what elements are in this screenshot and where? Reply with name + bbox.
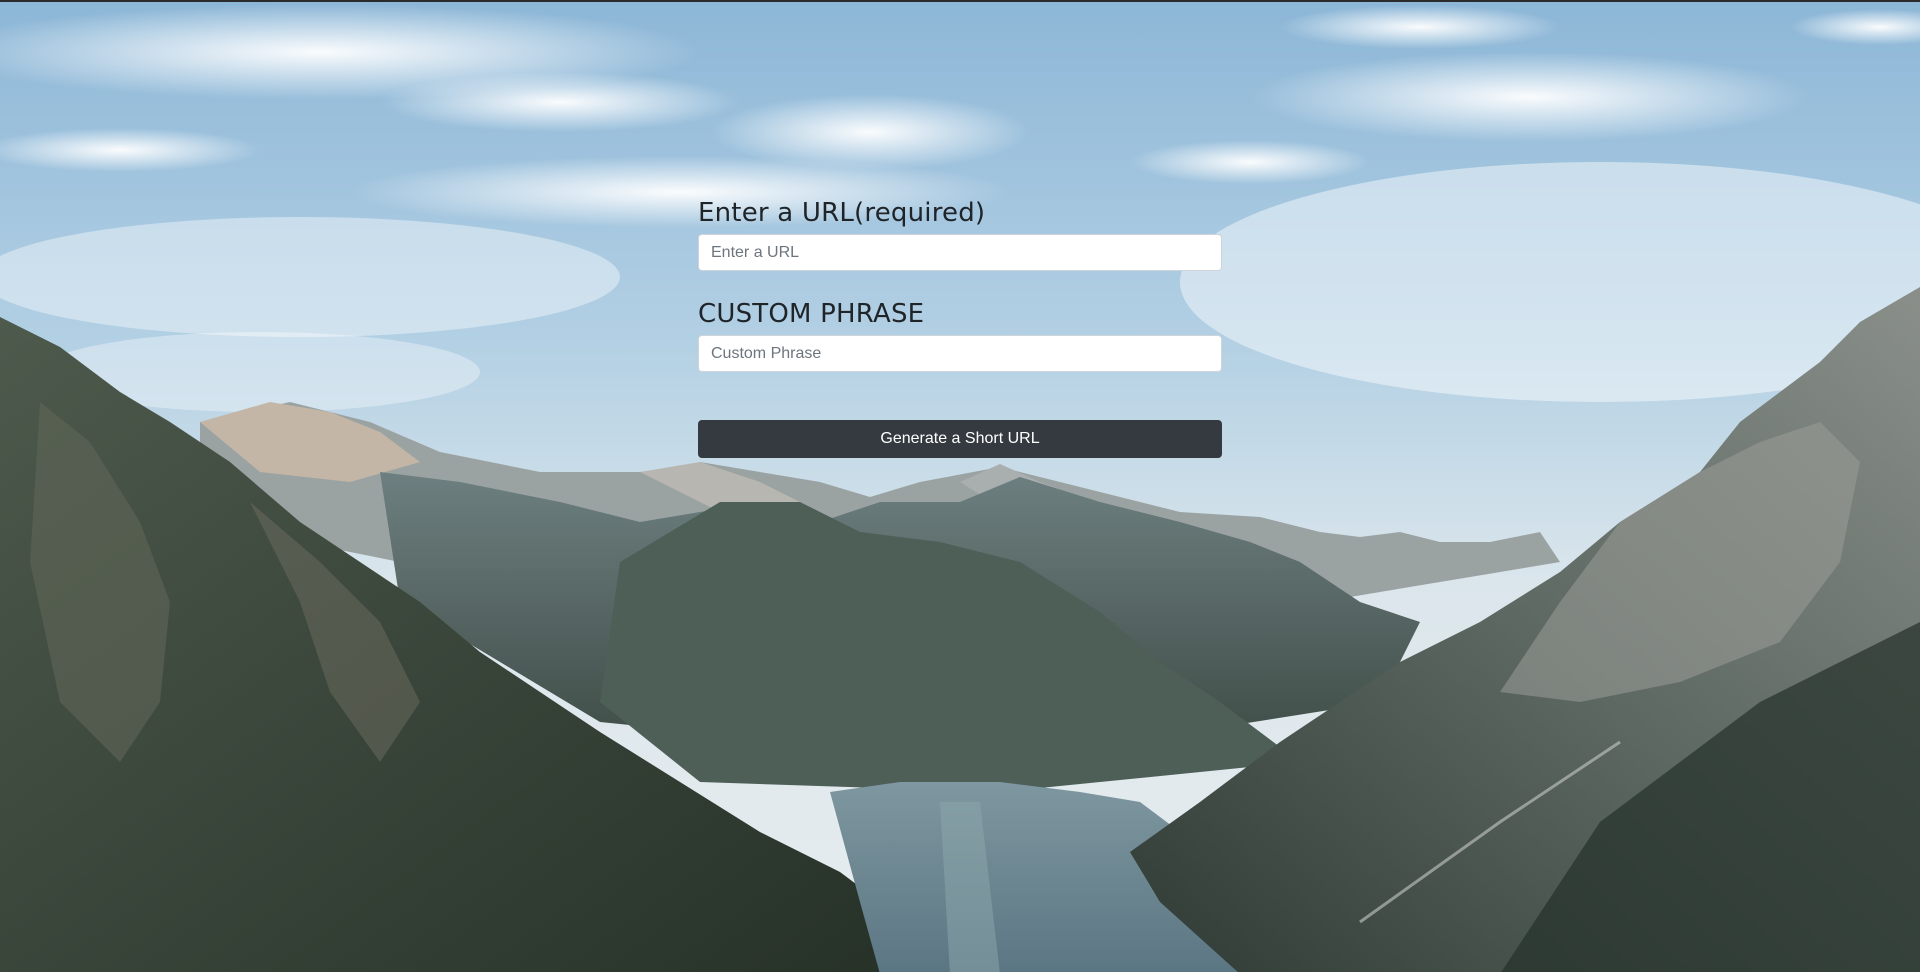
short-url-form: Enter a URL(required) CUSTOM PHRASE Gene… xyxy=(698,198,1222,458)
mountain-lake-background xyxy=(0,2,1920,972)
custom-phrase-input[interactable] xyxy=(698,335,1222,372)
url-input[interactable] xyxy=(698,234,1222,271)
custom-phrase-label: CUSTOM PHRASE xyxy=(698,299,925,329)
generate-short-url-button[interactable]: Generate a Short URL xyxy=(698,420,1222,458)
url-label: Enter a URL(required) xyxy=(698,198,986,228)
custom-phrase-field-group: CUSTOM PHRASE xyxy=(698,299,1222,372)
url-field-group: Enter a URL(required) xyxy=(698,198,1222,271)
